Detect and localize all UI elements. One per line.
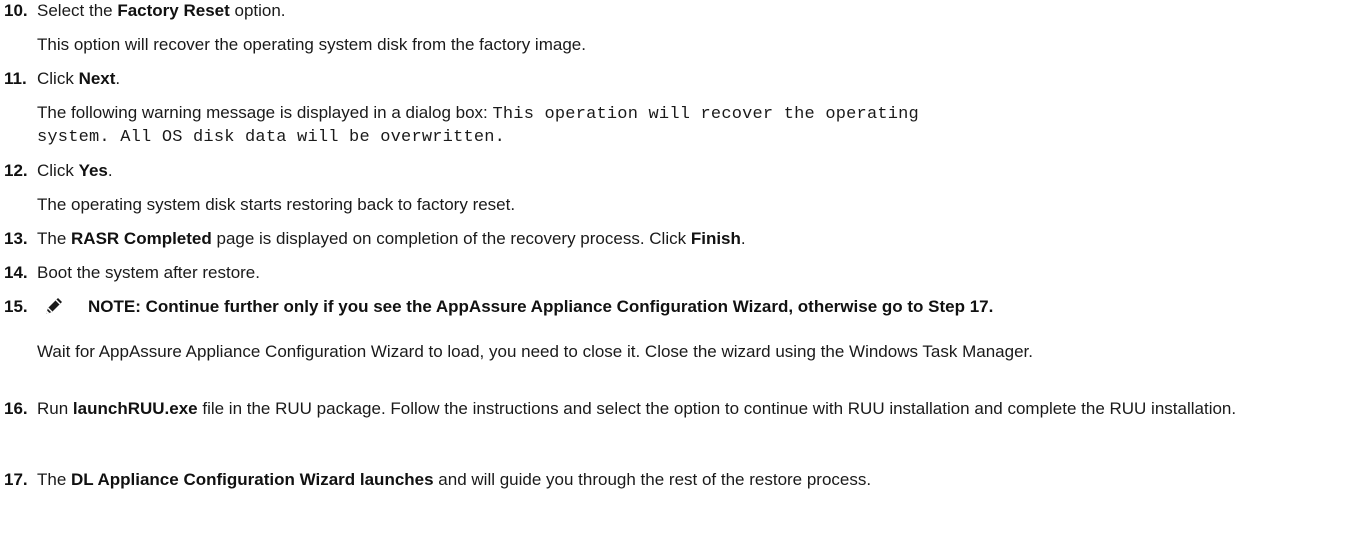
step-detail: This option will recover the operating s… [37,35,586,54]
step-instruction: Click Next. [37,68,1345,90]
step-number: 12. [4,161,28,180]
instruction-text: . [115,69,121,88]
detail-text: The following warning message is display… [37,103,493,122]
step-number: 11. [4,69,27,88]
instruction-text: Click [37,69,79,88]
instruction-text: page is displayed on completion of the r… [211,229,691,248]
ui-term: RASR Completed [71,229,212,248]
instruction-text: Click [37,161,79,180]
step-number: 17. [4,470,28,489]
step-number: 10. [4,1,28,20]
instruction-text: . [107,161,113,180]
document-page: 10. Select the Factory Reset option. Thi… [0,0,1351,551]
step-detail: The following warning message is display… [37,102,1331,126]
step-number: 15. [4,297,28,316]
step-instruction: Run launchRUU.exe file in the RUU packag… [37,398,1331,420]
pencil-note-icon [46,298,62,314]
step-number: 14. [4,263,28,282]
instruction-text: Run [37,399,73,418]
instruction-text: . [740,229,746,248]
instruction-text: option. [229,1,286,20]
warning-message-continued: system. All OS disk data will be overwri… [37,128,506,147]
ui-term: Factory Reset [117,1,230,20]
step-instruction: Select the Factory Reset option. [37,0,1345,22]
file-name: launchRUU.exe [72,399,198,418]
step-number: 13. [4,229,28,248]
step-instruction: The RASR Completed page is displayed on … [37,228,1345,250]
step-instruction: The DL Appliance Configuration Wizard la… [37,469,1345,491]
step-instruction: Boot the system after restore. [37,263,260,282]
ui-term: Yes [78,161,108,180]
ui-term: Next [78,69,116,88]
ui-term: DL Appliance Configuration Wizard launch… [71,470,434,489]
instruction-text: and will guide you through the rest of t… [433,470,872,489]
step-detail: The operating system disk starts restori… [37,195,516,214]
step-number: 16. [4,399,28,418]
step-instruction: Click Yes. [37,160,1345,182]
instruction-text: The [37,470,72,489]
warning-message: This operation will recover the operatin… [492,105,919,124]
instruction-text: file in the RUU package. Follow the inst… [197,399,1237,418]
note-text: NOTE: Continue further only if you see t… [88,297,994,316]
step-detail: Wait for AppAssure Appliance Configurati… [37,342,1033,361]
instruction-text: The [37,229,72,248]
ui-term: Finish [690,229,741,248]
instruction-text: Select the [37,1,118,20]
